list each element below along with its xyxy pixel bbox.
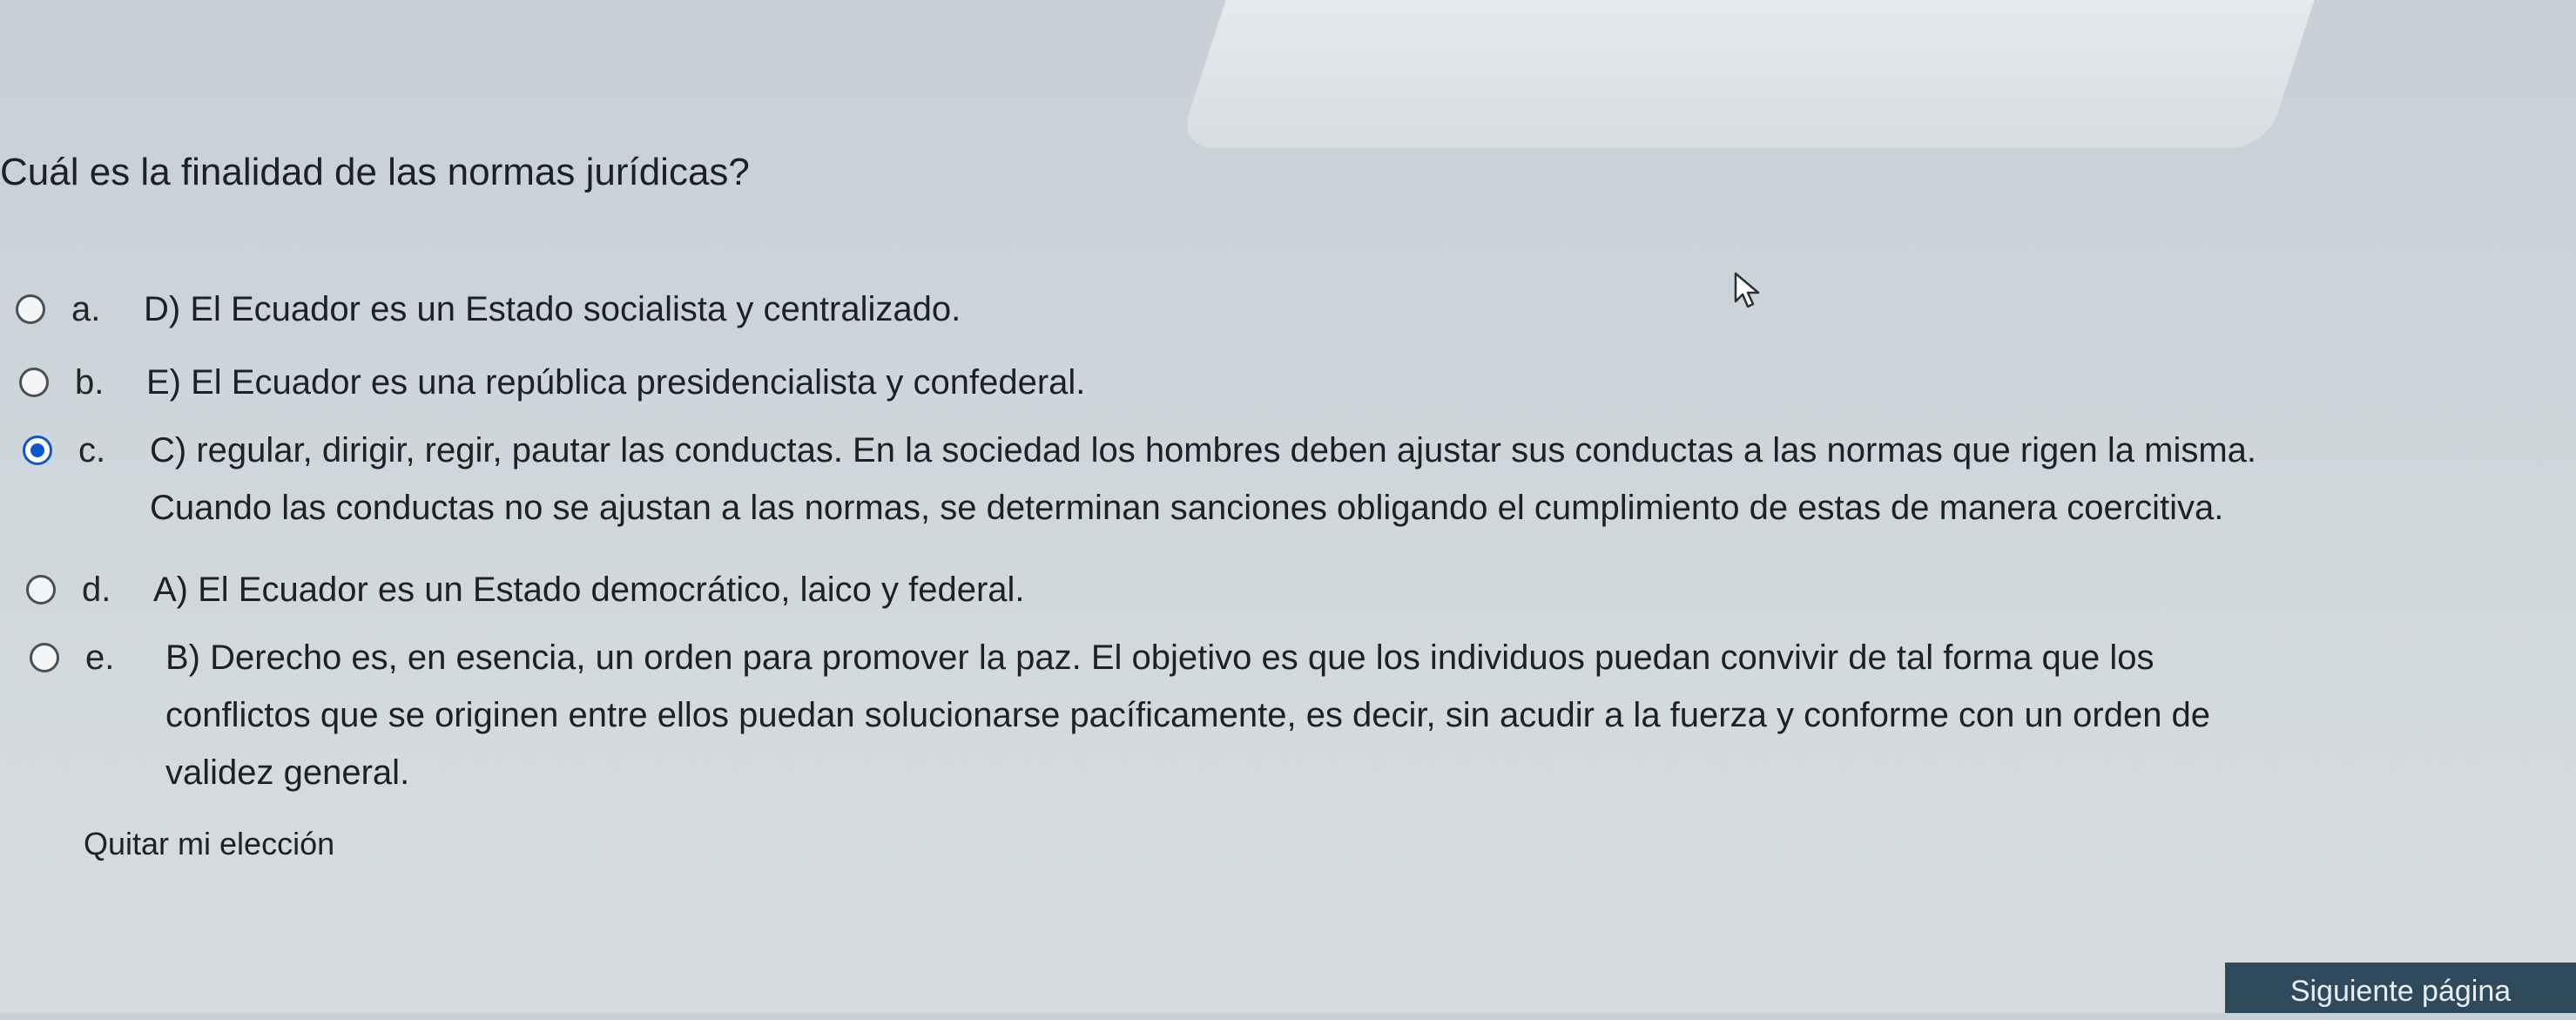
option-e-radio[interactable] [30,643,59,672]
option-d-text: A) El Ecuador es un Estado democrático, … [153,571,1025,609]
option-d-letter: d. [82,571,111,609]
option-b-letter: b. [75,363,105,402]
option-e-letter: e. [85,638,115,677]
question-text: Cuál es la finalidad de las normas juríd… [0,151,750,193]
mouse-pointer-icon [1734,272,1760,308]
option-a-letter: a. [71,290,101,328]
next-page-button[interactable]: Siguiente página [2225,963,2576,1013]
option-d-radio[interactable] [26,575,56,605]
option-a-text: D) El Ecuador es un Estado socialista y … [144,290,961,328]
option-c-letter: c. [78,431,106,469]
clear-choice-link[interactable]: Quitar mi elección [84,823,334,865]
option-c-text: C) regular, dirigir, regir, pautar las c… [150,431,2257,527]
quiz-screen: Cuál es la finalidad de las normas juríd… [0,0,2576,1013]
option-b-radio[interactable] [19,368,49,397]
option-b-text: E) El Ecuador es una república presidenc… [146,363,1086,402]
option-c-radio[interactable] [23,436,52,465]
option-e-text: B) Derecho es, en esencia, un orden para… [165,638,2211,792]
screen-glare [1177,0,2315,148]
option-a-radio[interactable] [16,294,45,324]
